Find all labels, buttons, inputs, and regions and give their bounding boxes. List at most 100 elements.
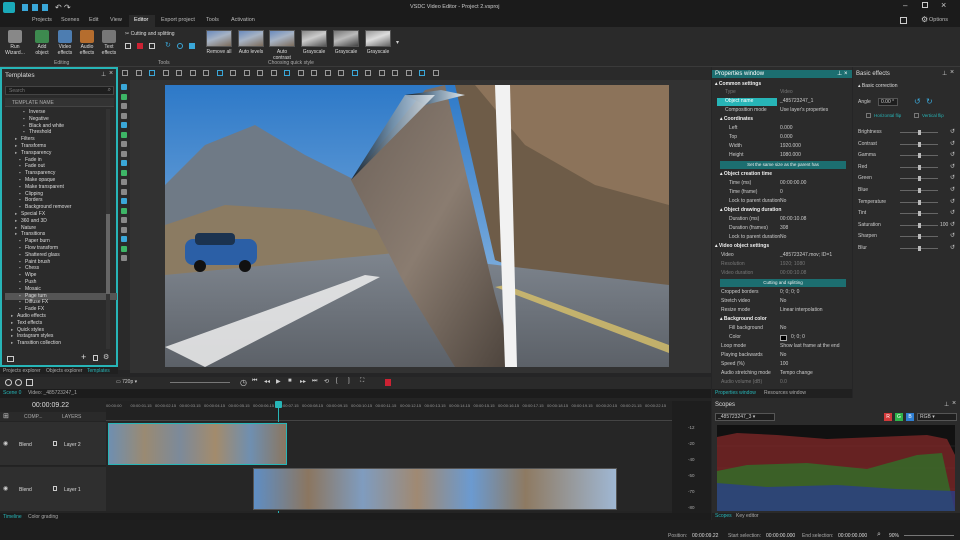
section-video-object-settings[interactable]: ▴ Video object settings — [715, 243, 849, 251]
prop-value[interactable]: _485723247.mov; ID=1 — [780, 252, 832, 258]
slider-thumb[interactable] — [918, 153, 921, 159]
group-icon[interactable] — [311, 70, 317, 76]
loop-icon[interactable]: ⟲ — [324, 378, 329, 385]
slider-thumb[interactable] — [918, 130, 921, 135]
split-icon[interactable] — [137, 43, 143, 49]
slider-thumb[interactable] — [918, 141, 921, 147]
options-label[interactable]: Options — [929, 17, 948, 23]
close-icon[interactable]: × — [941, 0, 946, 10]
menu-export[interactable]: Export project — [161, 17, 195, 23]
panel-close-icon[interactable]: × — [950, 69, 954, 76]
step-back-icon[interactable]: ◂◂ — [264, 378, 270, 385]
align-center-icon[interactable] — [243, 70, 250, 76]
trash-icon[interactable] — [93, 355, 98, 361]
slider-thumb[interactable] — [918, 246, 921, 251]
scope-source-select[interactable]: _485723247_3 ▾ — [715, 413, 775, 421]
slider-thumb[interactable] — [918, 176, 921, 182]
prop-cropped-borders[interactable]: Cropped borders 0; 0; 0; 0 — [715, 289, 849, 297]
reset-icon[interactable]: ↺ — [950, 209, 955, 216]
effect-slider[interactable] — [900, 164, 938, 170]
step-forward-icon[interactable]: ▸▸ — [300, 378, 306, 385]
tab-scopes[interactable]: Scopes — [715, 513, 732, 519]
menu-scenes[interactable]: Scenes — [61, 17, 79, 23]
prop-value[interactable]: Tempo change — [780, 370, 813, 376]
fill-icon[interactable] — [419, 70, 425, 76]
prop-value[interactable]: 1920.000 — [780, 143, 801, 149]
effect-slider[interactable] — [900, 141, 938, 147]
mark-out-icon[interactable]: ] — [348, 378, 350, 384]
snap-icon[interactable] — [405, 70, 412, 76]
rotate-left-icon[interactable]: ↺ — [914, 97, 921, 106]
pointer-icon[interactable] — [121, 84, 127, 90]
section-drawing-duration[interactable]: ▴ Object drawing duration — [720, 207, 854, 215]
prop-value[interactable]: No — [780, 352, 786, 358]
section-coordinates[interactable]: ▴ Coordinates — [720, 116, 854, 124]
effect-slider[interactable] — [900, 222, 938, 228]
circle-tool-icon[interactable] — [121, 103, 127, 109]
panel-close-icon[interactable]: × — [844, 70, 848, 78]
add-template-icon[interactable]: + — [81, 352, 86, 362]
prop-top[interactable]: Top 0.000 — [715, 134, 849, 142]
prop-resize-mode[interactable]: Resize mode Linear interpolation — [715, 307, 849, 315]
reset-icon[interactable]: ↺ — [950, 232, 955, 239]
tab-projects-explorer[interactable]: Projects explorer — [3, 368, 41, 374]
reset-icon[interactable]: ↺ — [950, 151, 955, 158]
image-tool-icon[interactable] — [121, 141, 127, 147]
prop-composition-mode[interactable]: Composition mode Use layer's properties — [715, 107, 849, 115]
audio-tool-icon[interactable] — [121, 160, 127, 166]
effect-slider[interactable] — [900, 153, 938, 159]
channel-b-toggle[interactable]: B — [906, 413, 914, 421]
preset-grayscale-3[interactable]: Grayscale — [364, 30, 392, 55]
settings-icon[interactable] — [432, 70, 439, 76]
counter-icon[interactable] — [121, 198, 127, 204]
prop-value[interactable]: 308 — [780, 225, 788, 231]
sprite-tool-icon[interactable] — [121, 179, 127, 185]
menu-activation[interactable]: Activation — [231, 17, 255, 23]
rect-icon[interactable] — [162, 70, 169, 76]
blend-mode-label[interactable]: Blend — [19, 487, 32, 493]
select-icon[interactable] — [122, 70, 128, 76]
prop-video[interactable]: Video _485723247.mov; ID=1 — [715, 252, 849, 260]
play-icon[interactable]: ▶ — [276, 378, 281, 385]
text-effects-button[interactable]: Text effects — [98, 30, 120, 56]
prop-height[interactable]: Height 1080.000 — [715, 152, 849, 160]
freehand-icon[interactable] — [121, 226, 127, 233]
preset-auto-contrast[interactable]: Auto contrast — [268, 30, 296, 61]
prop-value[interactable]: No — [780, 198, 786, 204]
reset-icon[interactable]: ↺ — [950, 186, 955, 193]
prop-value[interactable]: 0.000 — [780, 134, 793, 140]
prop-value[interactable]: 0 — [780, 189, 783, 195]
preset-grayscale-1[interactable]: Grayscale — [300, 30, 328, 55]
prop-value[interactable]: Linear interpolation — [780, 307, 823, 313]
status-zoom-icon[interactable]: ⌕ — [877, 531, 881, 539]
zoom-in-icon[interactable] — [5, 379, 12, 386]
track-header-layer-1[interactable]: ◉ Blend Layer 1 — [0, 467, 106, 511]
align-right-icon[interactable] — [257, 70, 263, 76]
channel-r-toggle[interactable]: R — [884, 413, 892, 421]
video-clip-layer-2[interactable] — [108, 423, 287, 465]
menu-projects[interactable]: Projects — [32, 17, 52, 23]
menu-edit[interactable]: Edit — [89, 17, 98, 23]
scope-mode-select[interactable]: RGB ▾ — [917, 413, 957, 421]
align-bottom-icon[interactable] — [297, 70, 304, 76]
pin-icon[interactable]: ⊥ — [101, 71, 106, 78]
preset-remove-all[interactable]: Remove all — [205, 30, 233, 55]
zoom-out-icon[interactable] — [15, 379, 22, 386]
menu-view[interactable]: View — [110, 17, 122, 23]
tab-objects-explorer[interactable]: Objects explorer — [46, 368, 82, 374]
channel-g-toggle[interactable]: G — [895, 413, 903, 421]
prop-value[interactable]: 0.000 — [780, 125, 793, 131]
preset-auto-levels[interactable]: Auto levels — [237, 30, 265, 55]
undo-icon[interactable]: ↶ — [55, 3, 62, 12]
section-background-color[interactable]: ▴ Background color — [720, 316, 854, 324]
skip-end-icon[interactable]: ⏭ — [312, 378, 317, 385]
template-item[interactable]: ▸ Transition collection — [5, 340, 117, 347]
layout-icon[interactable] — [900, 17, 907, 24]
tab-templates[interactable]: Templates — [87, 368, 110, 374]
slider-thumb[interactable] — [918, 234, 921, 240]
pen-icon[interactable] — [121, 122, 127, 128]
color-swatch[interactable] — [780, 335, 787, 341]
chart-tool-icon[interactable] — [121, 169, 127, 176]
prop-value[interactable]: No — [780, 298, 786, 304]
prop-loop-mode[interactable]: Loop mode Show last frame at the end — [715, 343, 849, 351]
